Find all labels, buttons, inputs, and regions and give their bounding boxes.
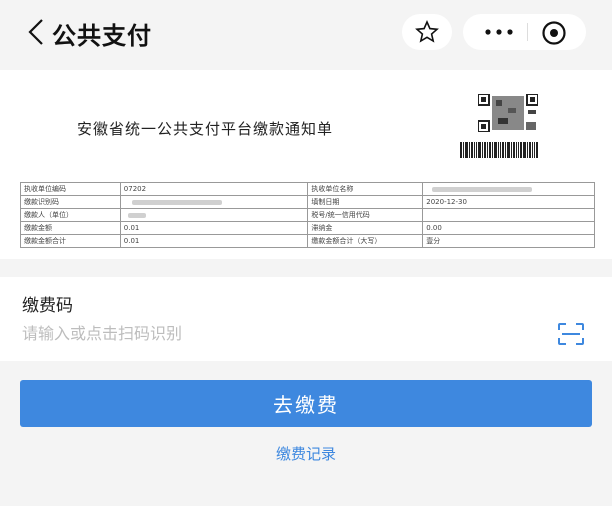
pay-button[interactable]: 去缴费 [20, 380, 592, 427]
redacted-value [422, 182, 595, 196]
capsule-divider [527, 23, 528, 41]
table-row: 执收单位编码 07202 执收单位名称 [20, 182, 595, 196]
divider [0, 64, 612, 70]
paycode-label: 缴费码 [22, 296, 73, 316]
table-row: 缴款金额 0.01 滞纳金 0.00 [20, 221, 595, 235]
scan-icon[interactable] [557, 322, 585, 346]
paycode-input[interactable] [22, 321, 522, 345]
paycode-section: 缴费码 [0, 277, 612, 361]
favorite-button[interactable] [402, 14, 452, 50]
notice-table: 执收单位编码 07202 执收单位名称 缴款识别码 填制日期 2020-12-3… [20, 182, 595, 248]
redacted-value [119, 208, 309, 222]
menu-capsule [463, 14, 586, 50]
page-title: 公共支付 [52, 22, 152, 50]
records-row: 缴费记录 [0, 443, 612, 464]
table-row: 缴款识别码 填制日期 2020-12-30 [20, 195, 595, 209]
star-icon [415, 20, 439, 43]
payment-records-link[interactable]: 缴费记录 [276, 445, 336, 463]
table-row: 缴款人（单位） 税号/统一信用代码 [20, 208, 595, 222]
section-gap [0, 259, 612, 277]
qr-code [478, 94, 538, 132]
notice-title: 安徽省统一公共支付平台缴款通知单 [77, 120, 334, 138]
chevron-left-icon[interactable] [22, 14, 52, 50]
nav-bar: 公共支付 [0, 0, 612, 64]
notice-document: 安徽省统一公共支付平台缴款通知单 执收单位编码 07202 执收单位名称 缴款识… [20, 88, 595, 248]
table-row: 缴款金额合计 0.01 缴款金额合计（大写） 壹分 [20, 234, 595, 248]
payment-notice: 安徽省统一公共支付平台缴款通知单 执收单位编码 07202 执收单位名称 缴款识… [0, 64, 612, 259]
target-icon[interactable] [541, 20, 567, 46]
redacted-value [119, 195, 309, 209]
barcode [460, 142, 552, 158]
more-icon[interactable] [483, 24, 515, 40]
